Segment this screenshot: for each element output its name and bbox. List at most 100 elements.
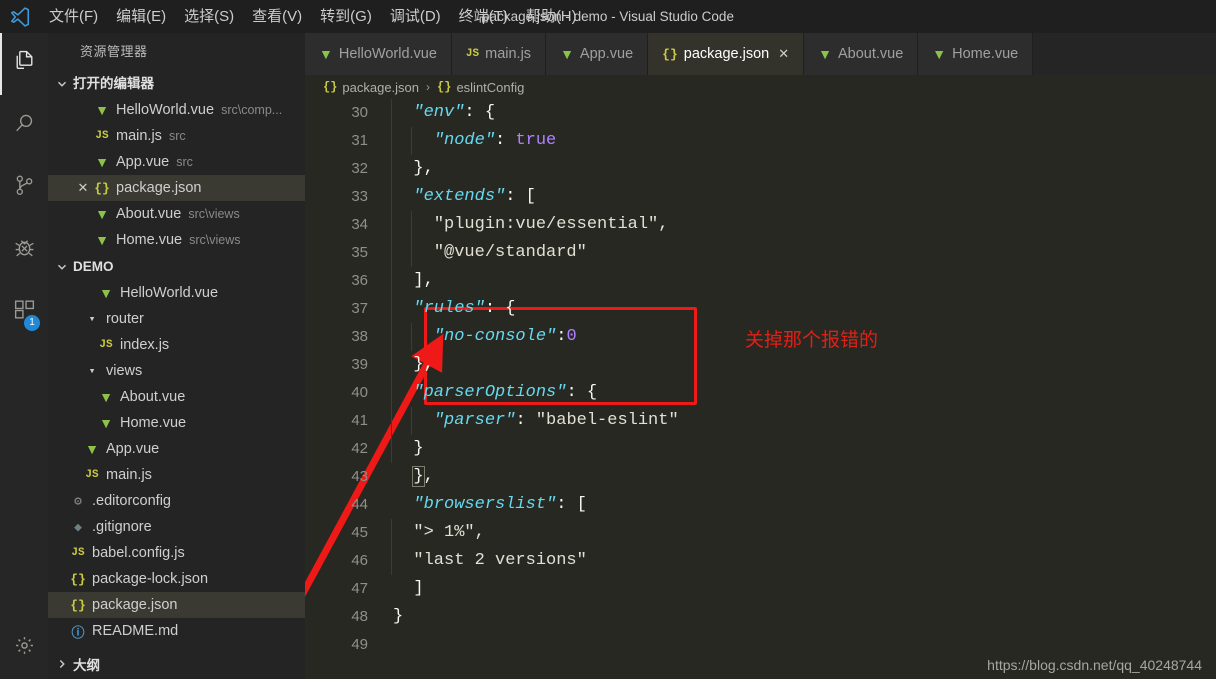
code-token: "> 1%", <box>413 523 485 542</box>
tree-file[interactable]: ▼ App.vue <box>48 436 305 462</box>
tree-file[interactable]: {} package-lock.json <box>48 566 305 592</box>
code-line[interactable]: 40 "parserOptions": { <box>305 379 1216 407</box>
section-project[interactable]: DEMO <box>48 253 305 280</box>
code-line[interactable]: 48} <box>305 603 1216 631</box>
code-line[interactable]: 49 <box>305 631 1216 659</box>
activity-extensions[interactable]: 1 <box>0 281 48 343</box>
code-line[interactable]: 30 "env": { <box>305 99 1216 127</box>
section-open-editors[interactable]: 打开的编辑器 <box>48 70 305 97</box>
code-token: "babel-eslint" <box>535 411 679 430</box>
activity-search[interactable] <box>0 95 48 157</box>
close-editor-icon[interactable]: ✕ <box>74 180 92 196</box>
open-editor-item[interactable]: ▼ Home.vue src\views <box>48 227 305 253</box>
code-line[interactable]: 47 ] <box>305 575 1216 603</box>
code-line[interactable]: 43 }, <box>305 463 1216 491</box>
tab-helloworld-vue[interactable]: ▼ HelloWorld.vue <box>305 33 452 75</box>
code-line[interactable]: 31 "node": true <box>305 127 1216 155</box>
tab-about-vue[interactable]: ▼ About.vue <box>804 33 919 75</box>
tree-file[interactable]: ▼ About.vue <box>48 384 305 410</box>
tab-app-vue[interactable]: ▼ App.vue <box>546 33 649 75</box>
tab-package-json[interactable]: {} package.json ✕ <box>648 33 805 75</box>
line-number: 43 <box>351 468 368 485</box>
close-icon[interactable]: ✕ <box>778 46 789 62</box>
tree-file[interactable]: ⓘ README.md <box>48 618 305 644</box>
editor-area: ▼ HelloWorld.vue JS main.js ▼ App.vue {} packag… <box>305 33 1216 679</box>
menu-terminal[interactable]: 终端(T) <box>450 0 517 33</box>
open-editor-path: src\comp... <box>221 103 283 117</box>
menu-edit[interactable]: 编辑(E) <box>107 0 175 33</box>
open-editor-item[interactable]: ▼ HelloWorld.vue src\comp... <box>48 97 305 123</box>
menu-debug[interactable]: 调试(D) <box>381 0 450 33</box>
bracket-match: } <box>412 466 425 487</box>
code-line[interactable]: 33 "extends": [ <box>305 183 1216 211</box>
code-text: "rules": { <box>393 295 515 323</box>
tree-file[interactable]: {} package.json <box>48 592 305 618</box>
code-line[interactable]: 34 "plugin:vue/essential", <box>305 211 1216 239</box>
open-editor-path: src <box>176 155 193 169</box>
activity-settings[interactable] <box>0 617 48 679</box>
tab-label: App.vue <box>579 46 634 62</box>
open-editor-item[interactable]: JS main.js src <box>48 123 305 149</box>
menu-file[interactable]: 文件(F) <box>40 0 107 33</box>
code-line[interactable]: 32 }, <box>305 155 1216 183</box>
tree-file[interactable]: ▼ HelloWorld.vue <box>48 280 305 306</box>
tree-file[interactable]: ⚙ .editorconfig <box>48 488 305 514</box>
line-number: 35 <box>351 244 368 261</box>
vue-file-icon: ▼ <box>99 389 113 405</box>
tree-file[interactable]: JS index.js <box>48 332 305 358</box>
menu-go[interactable]: 转到(G) <box>311 0 381 33</box>
code-line[interactable]: 45 "> 1%", <box>305 519 1216 547</box>
breadcrumb-item[interactable]: {} package.json <box>323 80 419 95</box>
vue-file-icon: ▼ <box>818 46 832 62</box>
indent-guide <box>391 295 392 323</box>
code-line[interactable]: 39 }, <box>305 351 1216 379</box>
tab-main-js[interactable]: JS main.js <box>451 33 547 75</box>
code-line[interactable]: 36 ], <box>305 267 1216 295</box>
code-line[interactable]: 46 "last 2 versions" <box>305 547 1216 575</box>
activity-debug[interactable] <box>0 219 48 281</box>
code-line[interactable]: 42 } <box>305 435 1216 463</box>
tree-file[interactable]: JS main.js <box>48 462 305 488</box>
section-outline-label: 大纲 <box>73 658 100 673</box>
tab-label: main.js <box>485 46 532 62</box>
open-editor-item[interactable]: ✕{} package.json <box>48 175 305 201</box>
json-file-icon: {} <box>94 180 110 196</box>
section-outline[interactable]: 大纲 <box>48 649 305 679</box>
code-line[interactable]: 41 "parser": "babel-eslint" <box>305 407 1216 435</box>
tree-file[interactable]: JS babel.config.js <box>48 540 305 566</box>
open-editor-item[interactable]: ▼ App.vue src <box>48 149 305 175</box>
menu-bar[interactable]: 文件(F) 编辑(E) 选择(S) 查看(V) 转到(G) 调试(D) 终端(T… <box>40 0 586 33</box>
open-editors-list: ▼ HelloWorld.vue src\comp... JS main.js src ▼ A… <box>48 97 305 253</box>
tree-item-label: router <box>106 311 144 327</box>
line-number: 45 <box>351 524 368 541</box>
line-number: 31 <box>351 132 368 149</box>
code-line[interactable]: 37 "rules": { <box>305 295 1216 323</box>
tree-folder[interactable]: ▾ router <box>48 306 305 332</box>
code-editor[interactable]: 关掉那个报错的 30 "env": {31 "node": true 32 }, 3… <box>305 99 1216 679</box>
tree-folder[interactable]: ▾ views <box>48 358 305 384</box>
code-token: ] <box>413 579 424 598</box>
breadcrumb[interactable]: {} package.json › {} eslintConfig <box>305 75 1216 99</box>
chevron-down-icon <box>54 76 70 92</box>
line-number: 30 <box>351 104 368 121</box>
line-number: 38 <box>351 328 368 345</box>
breadcrumb-item[interactable]: {} eslintConfig <box>437 80 524 95</box>
menu-view[interactable]: 查看(V) <box>243 0 311 33</box>
tree-file[interactable]: ▼ Home.vue <box>48 410 305 436</box>
menu-selection[interactable]: 选择(S) <box>175 0 243 33</box>
open-editor-item[interactable]: ▼ About.vue src\views <box>48 201 305 227</box>
tree-item-label: index.js <box>120 337 170 353</box>
code-line[interactable]: 38 "no-console":0 <box>305 323 1216 351</box>
activity-source-control[interactable] <box>0 157 48 219</box>
tree-file[interactable]: ◆ .gitignore <box>48 514 305 540</box>
code-token: "@vue/standard" <box>433 243 587 262</box>
code-line[interactable]: 44 "browserslist": [ <box>305 491 1216 519</box>
menu-help[interactable]: 帮助(H) <box>517 0 586 33</box>
activity-explorer[interactable] <box>0 33 48 95</box>
code-token: } <box>393 607 404 626</box>
code-line[interactable]: 35 "@vue/standard" <box>305 239 1216 267</box>
indent-guide <box>391 155 392 183</box>
tab-home-vue[interactable]: ▼ Home.vue <box>918 33 1034 75</box>
